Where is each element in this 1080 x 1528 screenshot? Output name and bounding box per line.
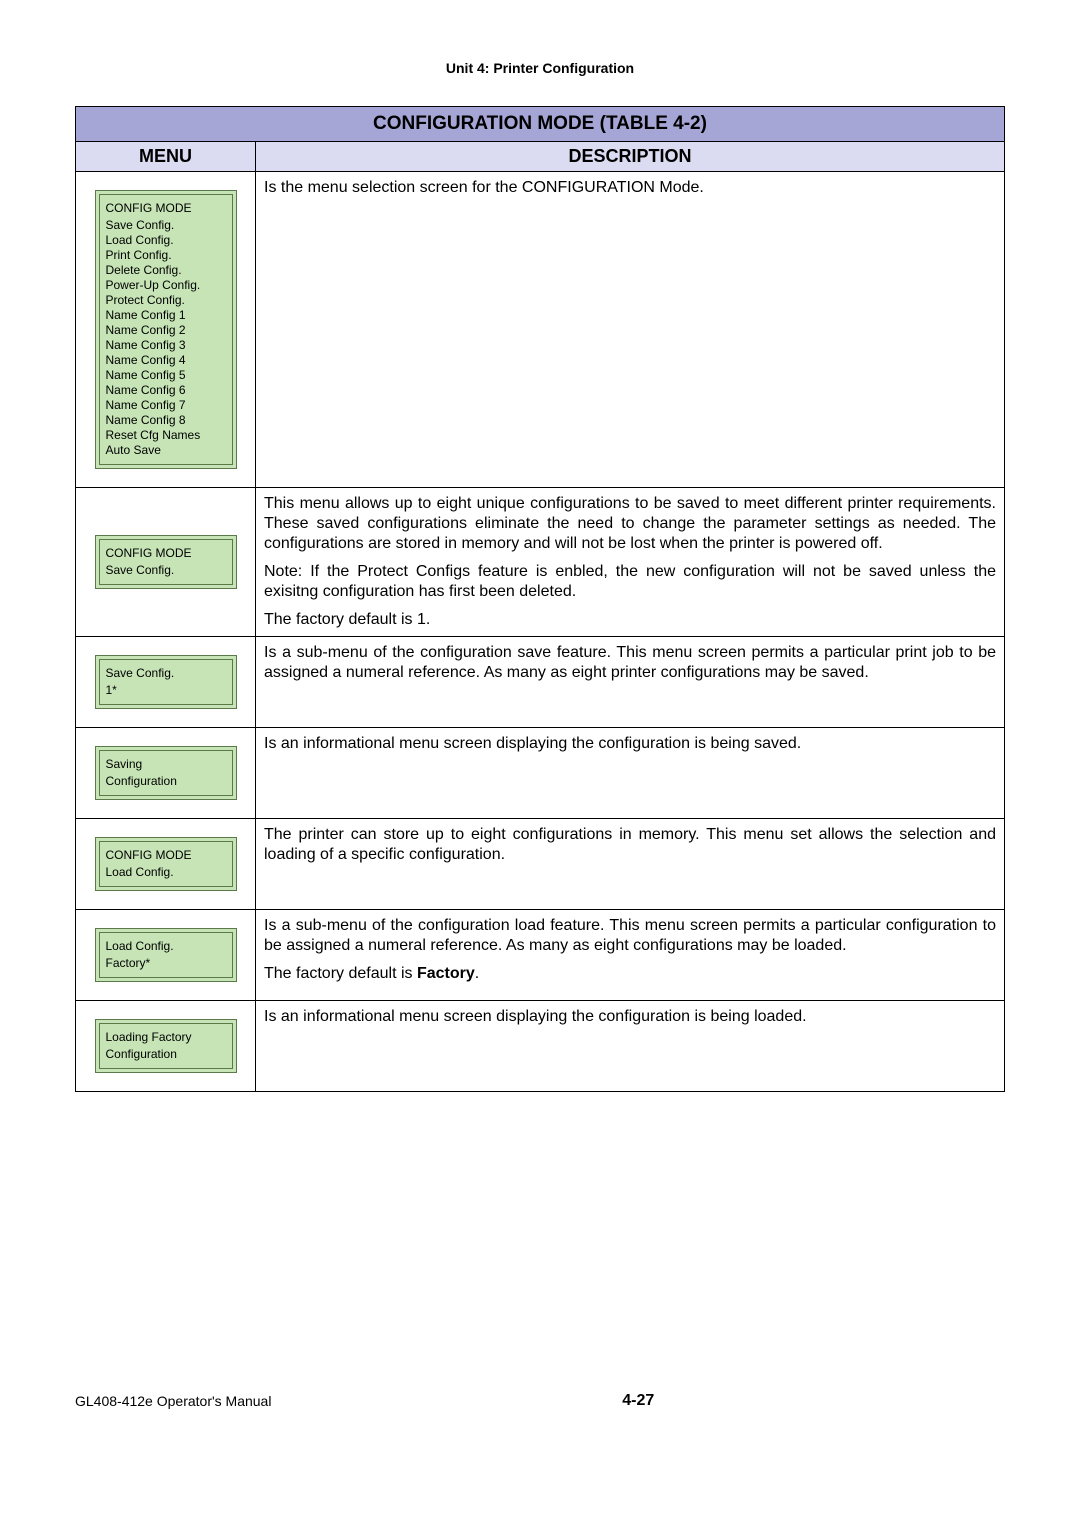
table-row: CONFIG MODE Load Config. The printer can s… [76, 819, 1005, 910]
lcd-line: Name Config 3 [106, 338, 226, 353]
lcd-title: Loading Factory [106, 1030, 226, 1045]
lcd-inner: CONFIG MODE Save Config.Load Config.Print… [99, 194, 233, 465]
lcd-line: Power-Up Config. [106, 278, 226, 293]
lcd-title: CONFIG MODE [106, 848, 226, 863]
lcd-line: Configuration [106, 774, 226, 789]
table-title: CONFIGURATION MODE (TABLE 4-2) [76, 107, 1005, 142]
description-paragraph: The factory default is Factory. [264, 964, 996, 984]
page-footer: GL408-412e Operator's Manual 4-27 [75, 1392, 1005, 1410]
lcd-line: Name Config 5 [106, 368, 226, 383]
lcd-title: CONFIG MODE [106, 546, 226, 561]
table-row: Save Config. 1* Is a sub-menu of the confi… [76, 637, 1005, 728]
column-header-description: DESCRIPTION [256, 142, 1005, 172]
menu-cell: CONFIG MODE Load Config. [76, 819, 256, 910]
lcd-line: Save Config. [106, 218, 226, 233]
description-paragraph: The factory default is 1. [264, 610, 996, 630]
table-row: CONFIG MODE Save Config.Load Config.Print… [76, 172, 1005, 488]
lcd-inner: Loading Factory Configuration [99, 1023, 233, 1069]
lcd-line: Protect Config. [106, 293, 226, 308]
column-header-menu: MENU [76, 142, 256, 172]
unit-header: Unit 4: Printer Configuration [75, 60, 1005, 76]
lcd-line: 1* [106, 683, 226, 698]
menu-cell: Loading Factory Configuration [76, 1001, 256, 1092]
description-cell: Is a sub-menu of the configuration load … [256, 910, 1005, 1001]
menu-cell: Load Config. Factory* [76, 910, 256, 1001]
lcd-line: Name Config 4 [106, 353, 226, 368]
table-row: Saving Configuration Is an informational m… [76, 728, 1005, 819]
footer-page-number: 4-27 [622, 1392, 654, 1410]
lcd-line: Name Config 7 [106, 398, 226, 413]
lcd-line: Print Config. [106, 248, 226, 263]
lcd-line: Load Config. [106, 865, 226, 880]
lcd-line: Name Config 8 [106, 413, 226, 428]
description-cell: Is an informational menu screen displayi… [256, 728, 1005, 819]
menu-cell: Save Config. 1* [76, 637, 256, 728]
description-cell: Is a sub-menu of the configuration save … [256, 637, 1005, 728]
description-paragraph: Is an informational menu screen displayi… [264, 734, 996, 754]
lcd-inner: CONFIG MODE Save Config. [99, 539, 233, 585]
lcd-inner: Saving Configuration [99, 750, 233, 796]
lcd-line: Factory* [106, 956, 226, 971]
lcd-screen: CONFIG MODE Save Config.Load Config.Print… [95, 190, 237, 469]
menu-cell: CONFIG MODE Save Config.Load Config.Print… [76, 172, 256, 488]
lcd-line: Configuration [106, 1047, 226, 1062]
lcd-screen: Save Config. 1* [95, 655, 237, 709]
table-row: Loading Factory Configuration Is an inform… [76, 1001, 1005, 1092]
description-paragraph: The printer can store up to eight config… [264, 825, 996, 865]
lcd-inner: Load Config. Factory* [99, 932, 233, 978]
lcd-screen: CONFIG MODE Load Config. [95, 837, 237, 891]
lcd-line: Load Config. [106, 233, 226, 248]
description-cell: The printer can store up to eight config… [256, 819, 1005, 910]
lcd-screen: CONFIG MODE Save Config. [95, 535, 237, 589]
lcd-line: Name Config 1 [106, 308, 226, 323]
description-paragraph: Is an informational menu screen displayi… [264, 1007, 996, 1027]
description-paragraph: Is a sub-menu of the configuration save … [264, 643, 996, 683]
description-paragraph: This menu allows up to eight unique conf… [264, 494, 996, 554]
config-mode-table: CONFIGURATION MODE (TABLE 4-2) MENU DESC… [75, 106, 1005, 1092]
lcd-line: Save Config. [106, 563, 226, 578]
menu-cell: Saving Configuration [76, 728, 256, 819]
lcd-line: Name Config 2 [106, 323, 226, 338]
lcd-title: CONFIG MODE [106, 201, 226, 216]
menu-cell: CONFIG MODE Save Config. [76, 488, 256, 637]
description-paragraph: Note: If the Protect Configs feature is … [264, 562, 996, 602]
lcd-line: Reset Cfg Names [106, 428, 226, 443]
lcd-title: Load Config. [106, 939, 226, 954]
description-paragraph: Is a sub-menu of the configuration load … [264, 916, 996, 956]
table-row: CONFIG MODE Save Config. This menu allows … [76, 488, 1005, 637]
lcd-title: Save Config. [106, 666, 226, 681]
description-paragraph: Is the menu selection screen for the CON… [264, 178, 996, 198]
lcd-screen: Saving Configuration [95, 746, 237, 800]
description-cell: Is the menu selection screen for the CON… [256, 172, 1005, 488]
lcd-line: Name Config 6 [106, 383, 226, 398]
lcd-line: Auto Save [106, 443, 226, 458]
lcd-inner: Save Config. 1* [99, 659, 233, 705]
lcd-title: Saving [106, 757, 226, 772]
lcd-line: Delete Config. [106, 263, 226, 278]
description-cell: This menu allows up to eight unique conf… [256, 488, 1005, 637]
description-cell: Is an informational menu screen displayi… [256, 1001, 1005, 1092]
lcd-screen: Loading Factory Configuration [95, 1019, 237, 1073]
lcd-screen: Load Config. Factory* [95, 928, 237, 982]
footer-left: GL408-412e Operator's Manual [75, 1393, 271, 1409]
lcd-inner: CONFIG MODE Load Config. [99, 841, 233, 887]
table-row: Load Config. Factory* Is a sub-menu of the… [76, 910, 1005, 1001]
